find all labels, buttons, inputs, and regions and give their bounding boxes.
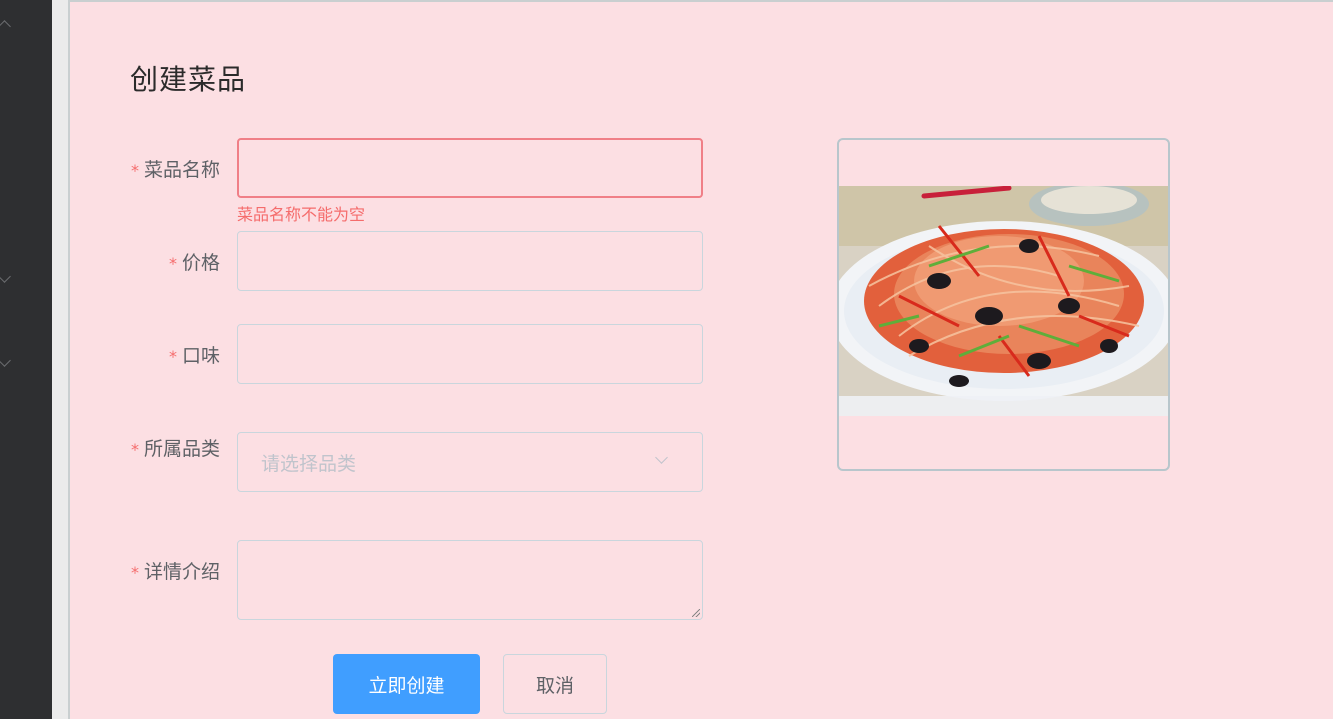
required-mark: * xyxy=(130,161,139,180)
create-button[interactable]: 立即创建 xyxy=(333,654,480,714)
price-label-text: 价格 xyxy=(181,252,220,274)
dish-name-label: * 菜品名称 xyxy=(70,155,220,182)
description-textarea[interactable] xyxy=(237,540,703,620)
chevron-up-icon[interactable] xyxy=(0,20,11,33)
taste-input[interactable] xyxy=(237,324,703,384)
dish-name-input[interactable] xyxy=(237,138,703,198)
sidebar xyxy=(0,0,54,719)
required-mark: * xyxy=(168,347,177,366)
taste-label: * 口味 xyxy=(70,341,220,368)
cancel-button[interactable]: 取消 xyxy=(503,654,607,714)
chevron-down-icon[interactable] xyxy=(0,270,11,283)
dish-photo xyxy=(839,186,1168,416)
price-label: * 价格 xyxy=(70,248,220,275)
required-mark: * xyxy=(168,254,177,273)
category-label: * 所属品类 xyxy=(70,434,220,461)
taste-label-text: 口味 xyxy=(181,345,220,367)
category-label-text: 所属品类 xyxy=(143,438,220,460)
chevron-down-icon xyxy=(655,451,668,464)
price-input[interactable] xyxy=(237,231,703,291)
chevron-down-icon[interactable] xyxy=(0,354,11,367)
description-label-text: 详情介绍 xyxy=(143,561,220,583)
page-title: 创建菜品 xyxy=(130,63,247,96)
dish-image-uploader[interactable] xyxy=(837,138,1170,471)
create-dish-panel: 创建菜品 * 菜品名称 菜品名称不能为空 * 价格 * 口味 * 所属品类 请选择品类 … xyxy=(68,0,1333,719)
category-select[interactable]: 请选择品类 xyxy=(237,432,703,492)
required-mark: * xyxy=(130,563,139,582)
category-placeholder: 请选择品类 xyxy=(261,453,357,475)
dish-name-error: 菜品名称不能为空 xyxy=(237,205,366,224)
dish-name-label-text: 菜品名称 xyxy=(143,159,220,181)
description-label: * 详情介绍 xyxy=(70,557,220,584)
content-gutter xyxy=(52,0,68,719)
required-mark: * xyxy=(130,440,139,459)
resize-handle-icon[interactable] xyxy=(692,609,700,617)
